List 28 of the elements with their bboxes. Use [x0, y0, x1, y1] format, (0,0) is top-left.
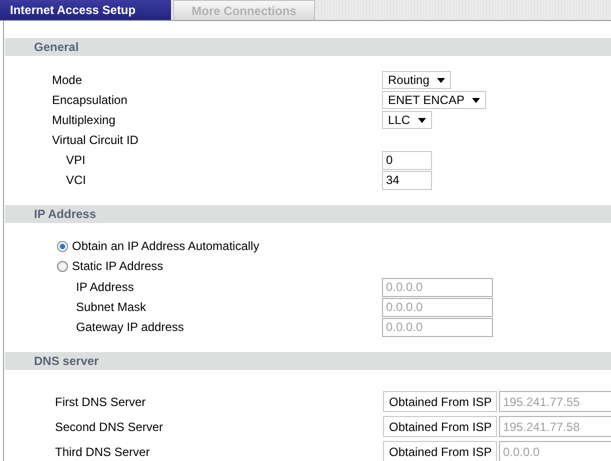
field-label: First DNS Server: [55, 394, 146, 408]
radio-button[interactable]: [57, 240, 68, 252]
field-label: Encapsulation: [52, 93, 128, 107]
field-label: Multiplexing: [52, 113, 116, 127]
caret-icon: [437, 78, 446, 82]
section-header: DNS server: [5, 352, 611, 370]
radio-button[interactable]: [57, 260, 68, 272]
field-label: Virtual Circuit ID: [52, 133, 138, 147]
field-label: Second DNS Server: [55, 420, 164, 434]
input-field[interactable]: 0: [382, 150, 432, 170]
radio-label[interactable]: Static IP Address: [72, 259, 164, 274]
field-label: VPI: [66, 153, 86, 167]
field-label: IP Address: [76, 280, 134, 294]
section-header: IP Address: [5, 205, 611, 223]
dropdown[interactable]: LLC: [382, 111, 432, 129]
section-header: General: [5, 38, 611, 56]
field-label: Subnet Mask: [76, 300, 146, 314]
caret-icon: [418, 118, 426, 122]
field-label: Gateway IP address: [76, 320, 184, 334]
dropdown[interactable]: ENET ENCAP: [382, 91, 486, 109]
field-label: Mode: [52, 73, 82, 87]
field-label: Third DNS Server: [55, 444, 150, 458]
caret-icon: [472, 98, 480, 102]
input-field[interactable]: 34: [382, 170, 432, 190]
tab[interactable]: Internet Access Setup: [0, 0, 171, 20]
radio-label[interactable]: Obtain an IP Address Automatically: [72, 239, 260, 254]
dropdown[interactable]: Routing: [382, 71, 452, 89]
field-label: VCI: [66, 173, 86, 187]
